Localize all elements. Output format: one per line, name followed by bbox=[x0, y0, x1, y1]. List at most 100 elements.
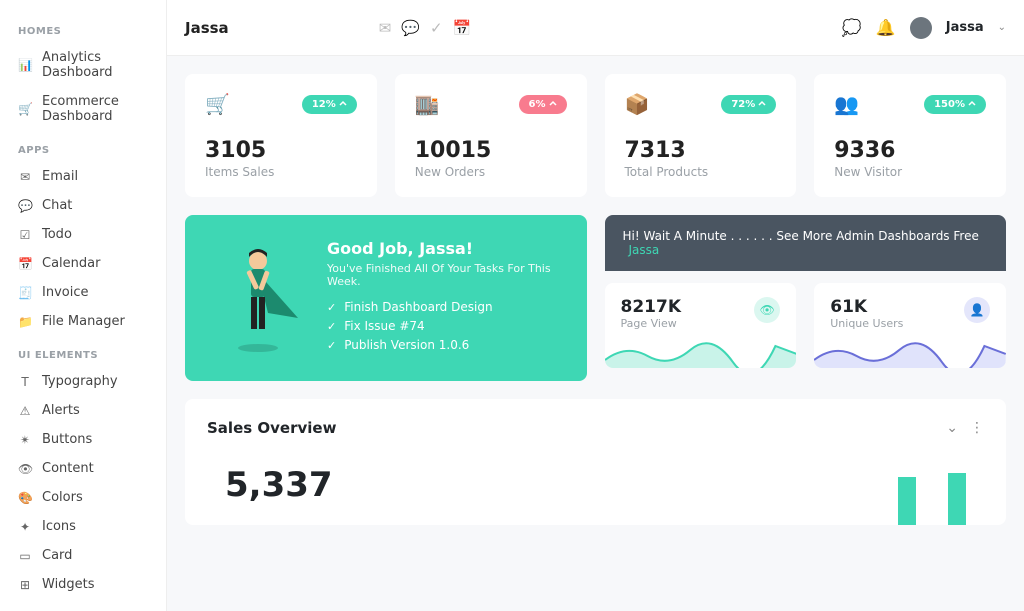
nav-icon: 🧾 bbox=[18, 286, 32, 300]
nav-label: Card bbox=[42, 548, 72, 563]
mini-label: Page View bbox=[621, 317, 682, 330]
nav-label: Widgets bbox=[42, 577, 95, 592]
stat-card: 🏬6% 10015New Orders bbox=[395, 74, 587, 197]
hero-task: Publish Version 1.0.6 bbox=[327, 338, 559, 352]
nav-icon: 🛒 bbox=[18, 102, 32, 116]
sidebar-item-buttons[interactable]: ✴ Buttons bbox=[0, 425, 166, 454]
nav-label: Content bbox=[42, 461, 94, 476]
hero-subtitle: You've Finished All Of Your Tasks For Th… bbox=[327, 262, 559, 288]
user-name[interactable]: Jassa bbox=[946, 20, 984, 35]
notice-text: Hi! Wait A Minute . . . . . . See More A… bbox=[623, 229, 979, 243]
stat-value: 3105 bbox=[205, 138, 357, 163]
sidebar-item-invoice[interactable]: 🧾 Invoice bbox=[0, 278, 166, 307]
sidebar-item-icons[interactable]: ✦ Icons bbox=[0, 512, 166, 541]
sidebar-item-colors[interactable]: 🎨 Colors bbox=[0, 483, 166, 512]
stat-value: 9336 bbox=[834, 138, 986, 163]
hero-card: Good Job, Jassa! You've Finished All Of … bbox=[185, 215, 587, 381]
nav-label: Colors bbox=[42, 490, 83, 505]
sidebar-item-chat[interactable]: 💬Chat bbox=[0, 191, 166, 220]
stat-value: 7313 bbox=[625, 138, 777, 163]
stat-label: Items Sales bbox=[205, 165, 357, 179]
stat-label: New Orders bbox=[415, 165, 567, 179]
sales-big-number: 5,337 bbox=[225, 465, 984, 505]
mini-card: 8217KPage View 👁 bbox=[605, 283, 797, 368]
nav-label: File Manager bbox=[42, 314, 125, 329]
sidebar-item-widgets[interactable]: ⊞Widgets bbox=[0, 570, 166, 599]
nav-label: Typography bbox=[42, 374, 118, 389]
brand: Jassa bbox=[185, 19, 229, 37]
nav-icon: 🎨 bbox=[18, 491, 32, 505]
sidebar-item-todo[interactable]: ☑ Todo bbox=[0, 220, 166, 249]
nav-icon: ✉ bbox=[18, 170, 32, 184]
mini-value: 61K bbox=[830, 297, 903, 317]
sidebar-item-typography[interactable]: T Typography bbox=[0, 367, 166, 396]
calendar-icon[interactable]: 📅 bbox=[453, 19, 472, 37]
section-label: HOMES bbox=[0, 12, 166, 43]
chat-icon[interactable]: 💬 bbox=[401, 19, 420, 37]
stat-label: Total Products bbox=[625, 165, 777, 179]
nav-label: Email bbox=[42, 169, 78, 184]
stat-badge: 12% bbox=[302, 95, 357, 114]
mini-card: 61KUnique Users👤 bbox=[814, 283, 1006, 368]
section-label: UI ELEMENTS bbox=[0, 336, 166, 367]
mini-icon: 👁 bbox=[754, 297, 780, 323]
hero-task: Finish Dashboard Design bbox=[327, 300, 559, 314]
nav-label: Calendar bbox=[42, 256, 100, 271]
sidebar-item-content[interactable]: 👁 Content bbox=[0, 454, 166, 483]
stat-badge: 150% bbox=[924, 95, 986, 114]
more-icon[interactable]: ⋮ bbox=[970, 420, 984, 436]
stat-card: 🛒 12% 3105 Items Sales bbox=[185, 74, 377, 197]
chevron-down-icon[interactable]: ⌄ bbox=[998, 22, 1006, 33]
nav-icon: 💬 bbox=[18, 199, 32, 213]
sales-chart bbox=[898, 465, 966, 525]
section-label: APPS bbox=[0, 131, 166, 162]
hero-title: Good Job, Jassa! bbox=[327, 239, 559, 258]
sales-overview-card: Sales Overview ⌄ ⋮ 5,337 bbox=[185, 399, 1006, 525]
nav-label: Invoice bbox=[42, 285, 88, 300]
sidebar-item-alerts[interactable]: ⚠ Alerts bbox=[0, 396, 166, 425]
stat-card: 📦72% 7313Total Products bbox=[605, 74, 797, 197]
sidebar-item-ecommerce-dashboard[interactable]: 🛒 Ecommerce Dashboard bbox=[0, 87, 166, 131]
sidebar-item-analytics-dashboard[interactable]: 📊 Analytics Dashboard bbox=[0, 43, 166, 87]
bell-icon[interactable]: 🔔 bbox=[876, 18, 896, 37]
nav-icon: 👁 bbox=[18, 462, 32, 476]
nav-icon: ✴ bbox=[18, 433, 32, 447]
nav-label: Analytics Dashboard bbox=[42, 50, 148, 80]
notice-link[interactable]: Jassa bbox=[629, 243, 660, 257]
sidebar-item-card[interactable]: ▭ Card bbox=[0, 541, 166, 570]
nav-label: Ecommerce Dashboard bbox=[42, 94, 148, 124]
stat-card: 👥 150% 9336 New Visitor bbox=[814, 74, 1006, 197]
nav-icon: ☑ bbox=[18, 228, 32, 242]
nav-label: Buttons bbox=[42, 432, 92, 447]
sales-title: Sales Overview bbox=[207, 419, 336, 437]
superhero-illustration bbox=[213, 239, 303, 357]
stat-icon: 👥 bbox=[834, 92, 859, 116]
nav-icon: ⚠ bbox=[18, 404, 32, 418]
stat-badge: 6% bbox=[519, 95, 567, 114]
avatar[interactable] bbox=[910, 17, 932, 39]
mail-icon[interactable]: ✉ bbox=[379, 19, 392, 37]
nav-icon: 📁 bbox=[18, 315, 32, 329]
stat-icon: 🏬 bbox=[415, 92, 440, 116]
stat-badge: 72% bbox=[721, 95, 776, 114]
sidebar-item-file-manager[interactable]: 📁 File Manager bbox=[0, 307, 166, 336]
nav-icon: ✦ bbox=[18, 520, 32, 534]
nav-icon: T bbox=[18, 375, 32, 389]
collapse-icon[interactable]: ⌄ bbox=[946, 420, 958, 436]
nav-icon: ▭ bbox=[18, 549, 32, 563]
nav-label: Alerts bbox=[42, 403, 80, 418]
stat-icon: 🛒 bbox=[205, 92, 230, 116]
mini-label: Unique Users bbox=[830, 317, 903, 330]
check-icon[interactable]: ✓ bbox=[430, 19, 443, 37]
mini-value: 8217K bbox=[621, 297, 682, 317]
sidebar-item-email[interactable]: ✉ Email bbox=[0, 162, 166, 191]
chat-balloon-icon[interactable]: 💭 bbox=[842, 18, 862, 37]
nav-label: Todo bbox=[42, 227, 72, 242]
hero-task: Fix Issue #74 bbox=[327, 319, 559, 333]
nav-label: Icons bbox=[42, 519, 76, 534]
stat-label: New Visitor bbox=[834, 165, 986, 179]
nav-icon: 📊 bbox=[18, 58, 32, 72]
sidebar-item-calendar[interactable]: 📅Calendar bbox=[0, 249, 166, 278]
sidebar: HOMES 📊 Analytics Dashboard 🛒 Ecommerce Dash… bbox=[0, 0, 167, 611]
notice-banner: Hi! Wait A Minute . . . . . . See More A… bbox=[605, 215, 1007, 271]
